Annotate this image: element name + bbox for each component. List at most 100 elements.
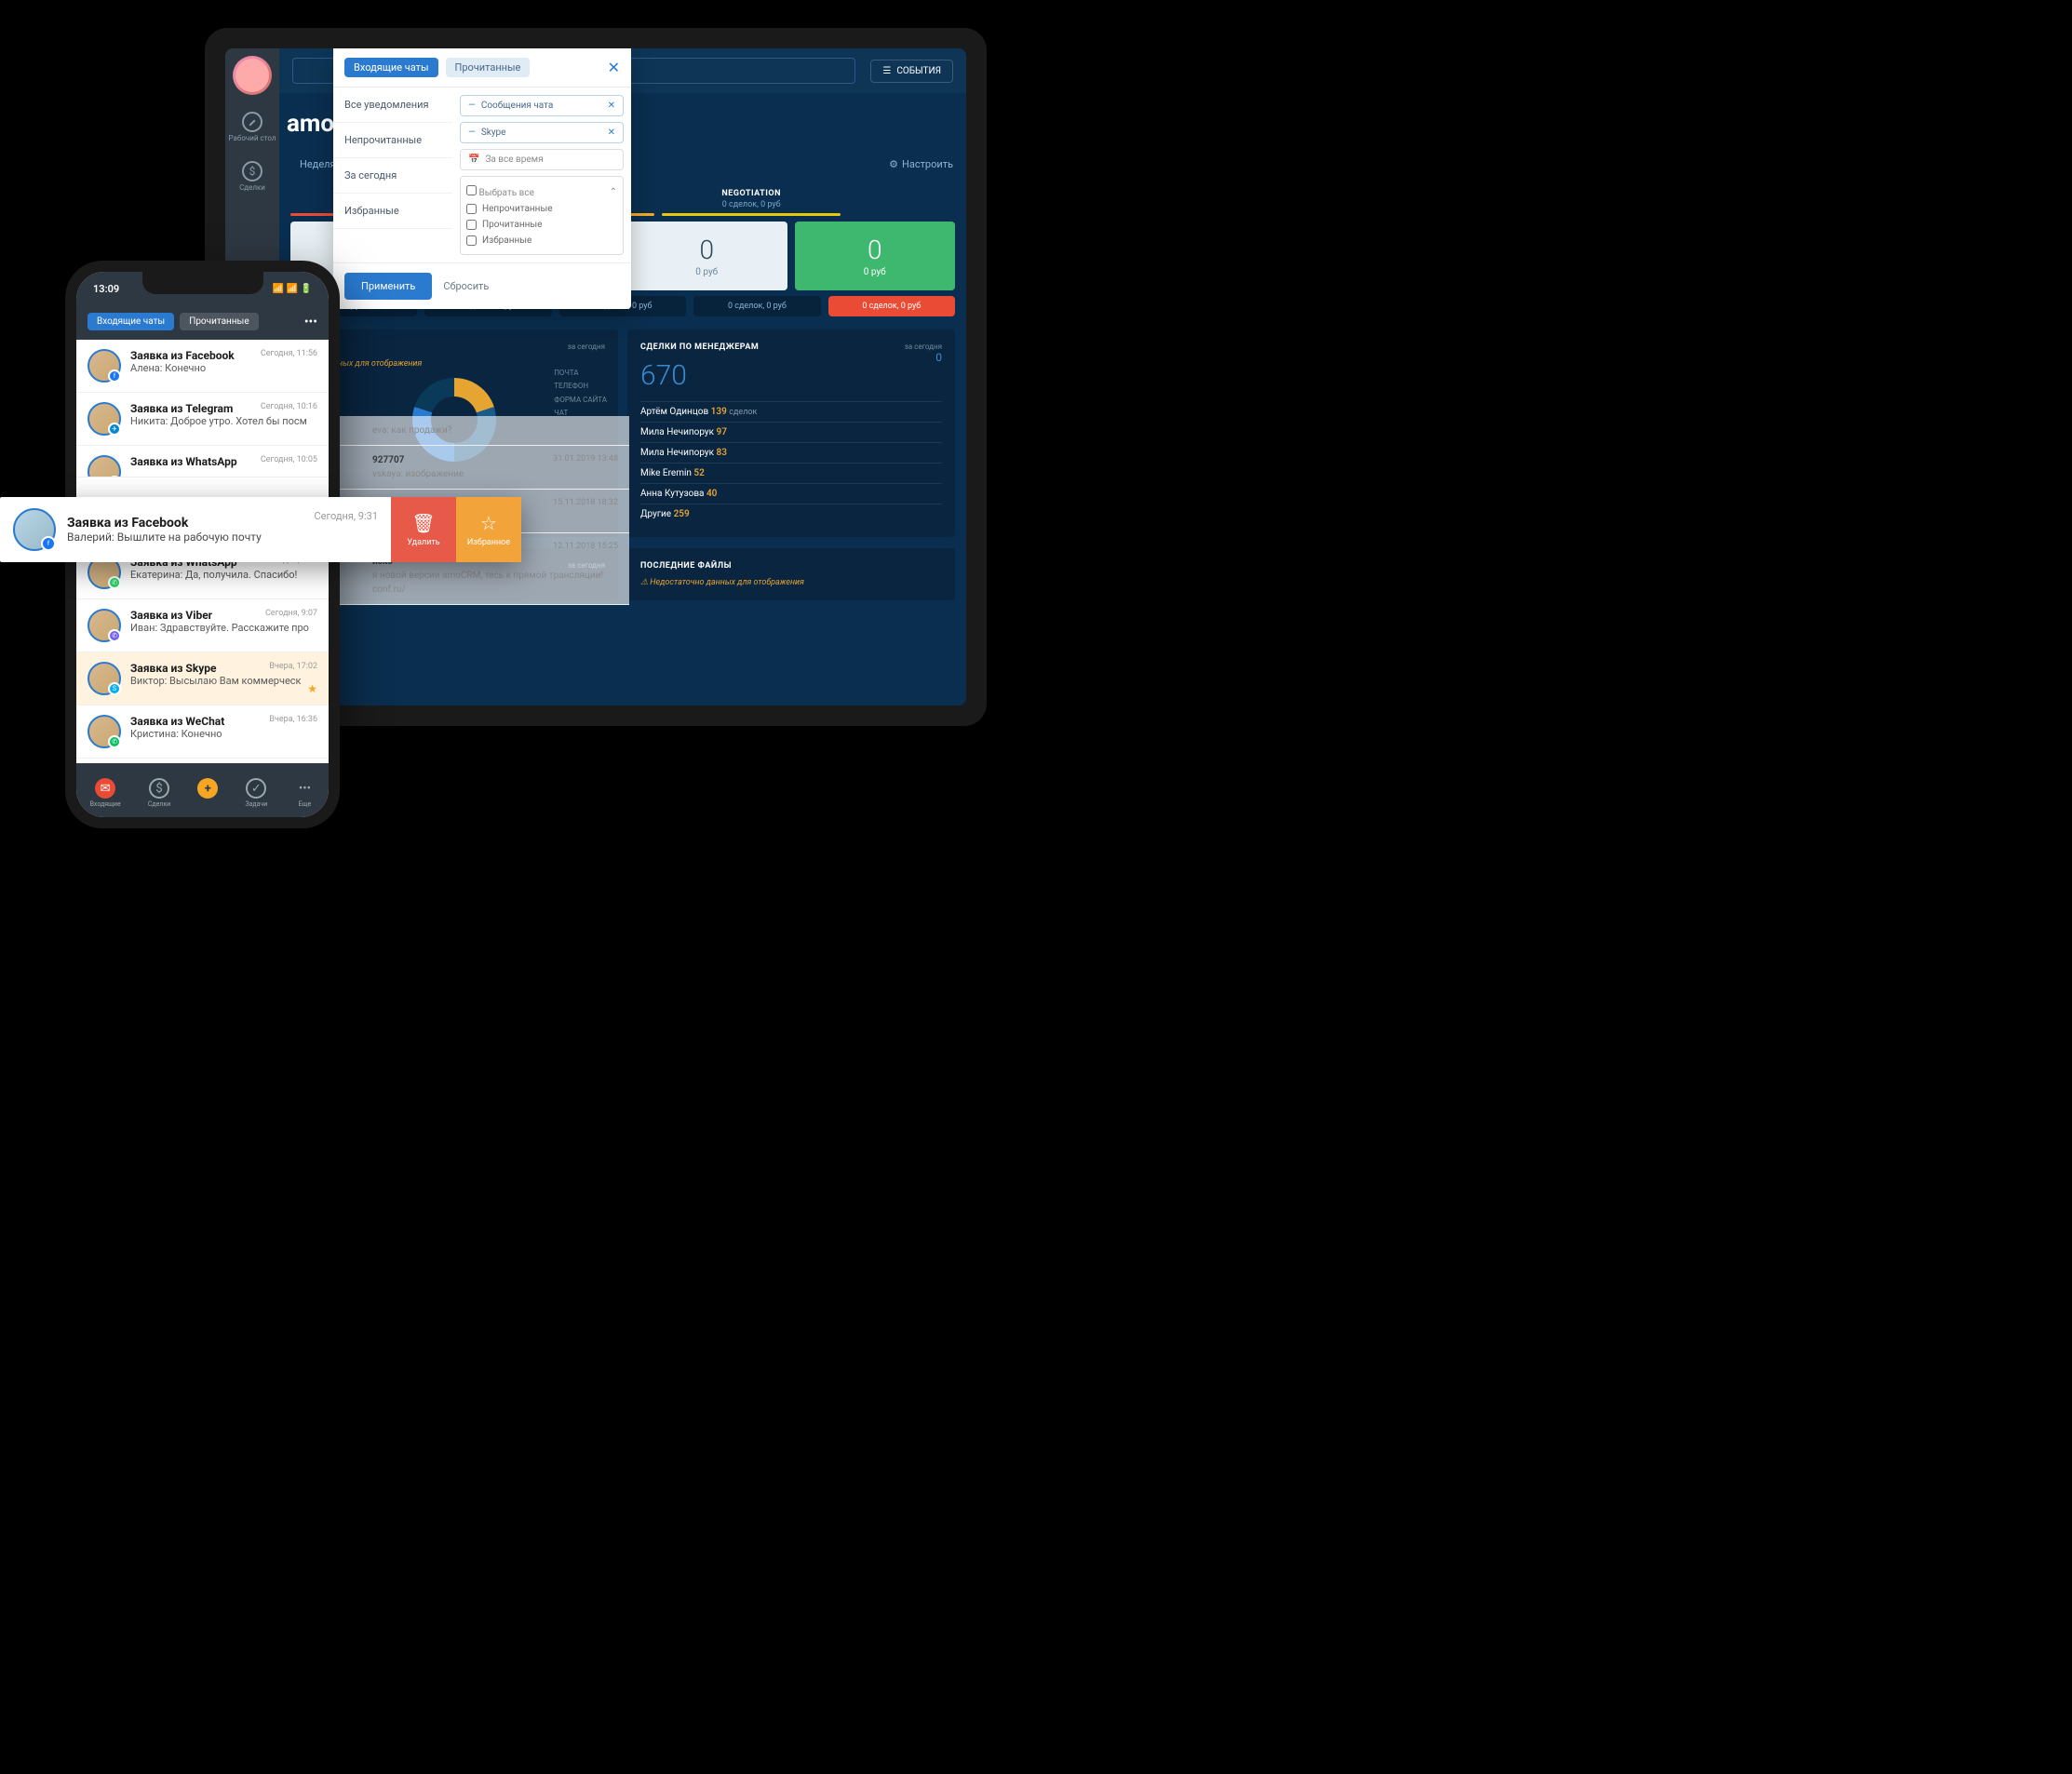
vb-badge-icon: ✆: [108, 629, 121, 642]
chat-row[interactable]: ✆ Заявка из WhatsApp Сегодня, 10:05: [76, 446, 329, 477]
chat-preview: Екатерина: Да, получила. Спасибо!: [130, 569, 317, 581]
chat-title: Заявка из Facebook: [67, 516, 262, 531]
chat-time: Вчера, 16:36: [269, 715, 317, 724]
tab-inbox[interactable]: Входящие чаты: [344, 58, 438, 77]
nav-dashboard[interactable]: Рабочий стол: [225, 102, 279, 152]
sk-badge-icon: S: [108, 682, 121, 695]
chat-time: Сегодня, 9:07: [265, 609, 317, 618]
chat-row[interactable]: ✆ Заявка из Viber Сегодня, 9:07: [76, 759, 329, 763]
filter-item[interactable]: Непрочитанные: [333, 123, 452, 158]
favorite-button[interactable]: ☆Избранное: [456, 497, 521, 562]
tab-bar: ✉Входящие $Сделки + ✓Задачи •••Еще: [76, 763, 329, 817]
tab-add[interactable]: +: [197, 778, 218, 808]
filter-select-source[interactable]: Skype✕: [460, 122, 624, 143]
today-label: за сегодня0: [905, 343, 942, 364]
tab-more[interactable]: •••Еще: [294, 778, 315, 808]
avatar: f: [87, 349, 121, 383]
chat-row[interactable]: eva: как продажи?: [335, 416, 629, 446]
avatar: ✈: [87, 402, 121, 436]
check-select-all[interactable]: Выбрать все: [466, 182, 617, 201]
chat-row[interactable]: S Заявка из SkypeВиктор: Высылаю Вам ком…: [76, 652, 329, 706]
wa-badge-icon: ✆: [108, 476, 121, 477]
manager-row[interactable]: Мила Нечипорук 97: [640, 422, 942, 442]
stage-col-empty: [848, 189, 955, 216]
tab-read[interactable]: Прочитанные: [446, 58, 531, 77]
wc-badge-icon: ✆: [108, 735, 121, 748]
chat-time: Сегодня, 10:05: [261, 455, 317, 464]
chat-preview: Иван: Здравствуйте. Расскажите про: [130, 622, 317, 634]
filter-item[interactable]: За сегодня: [333, 158, 452, 194]
pipe-card-success[interactable]: 00 руб: [795, 222, 956, 290]
chat-row[interactable]: ✈ Заявка из TelegramНикита: Доброе утро.…: [76, 393, 329, 446]
gauge-icon: [242, 112, 262, 132]
avatar: f: [13, 508, 56, 551]
tg-badge-icon: ✈: [108, 423, 121, 436]
phone-header: Входящие чаты Прочитанные •••: [76, 305, 329, 340]
wa-badge-icon: ✆: [108, 576, 121, 589]
manager-row[interactable]: Mike Eremin 52: [640, 463, 942, 483]
tab-read[interactable]: Прочитанные: [180, 313, 258, 330]
status-icons: 📶 📶 🔋: [273, 284, 312, 294]
chat-row[interactable]: ✆ Заявка из WeChatКристина: Конечно Вчер…: [76, 706, 329, 759]
avatar: ✆: [87, 455, 121, 477]
check-unread[interactable]: Непрочитанные: [466, 201, 617, 217]
chat-row[interactable]: 927707vskaya: изображение31.01.2019 13:4…: [335, 446, 629, 490]
settings-link[interactable]: Настроить: [889, 158, 953, 170]
tablet-main: СОБЫТИЯ amoCRM Неделя Месяц Все Мои Наст…: [279, 48, 966, 706]
more-icon[interactable]: •••: [304, 315, 317, 329]
filter-item[interactable]: Все уведомления: [333, 87, 452, 123]
status-time: 13:09: [93, 283, 119, 295]
delete-button[interactable]: 🗑Удалить: [391, 497, 456, 562]
tab-tasks[interactable]: ✓Задачи: [245, 778, 267, 808]
tab-inbox[interactable]: ✉Входящие: [90, 778, 121, 808]
manager-row[interactable]: Мила Нечипорук 83: [640, 442, 942, 463]
more-icon: •••: [294, 778, 315, 799]
chat-preview: Никита: Доброе утро. Хотел бы посм: [130, 415, 317, 427]
chat-time: Вчера, 17:02: [269, 662, 317, 671]
chat-row[interactable]: f Заявка из Facebook Валерий: Вышлите на…: [0, 497, 391, 562]
filter-checks: Выбрать все Непрочитанные Прочитанные Из…: [460, 176, 624, 255]
chat-row[interactable]: f Заявка из FacebookАлена: Конечно Сегод…: [76, 340, 329, 393]
user-avatar[interactable]: [233, 56, 272, 95]
avatar: S: [87, 662, 121, 695]
fb-badge-icon: f: [108, 370, 121, 383]
chat-preview: Кристина: Конечно: [130, 728, 317, 740]
star-icon: ★: [307, 682, 317, 695]
tab-inbox[interactable]: Входящие чаты: [87, 313, 174, 330]
popover-header: Входящие чаты Прочитанные ✕: [333, 48, 631, 87]
popover-filters: Сообщения чата✕ Skype✕ 📅За все время Выб…: [452, 87, 631, 262]
plus-icon: +: [197, 778, 218, 799]
swiped-chat-row: f Заявка из Facebook Валерий: Вышлите на…: [0, 497, 521, 562]
chat-preview: Валерий: Вышлите на рабочую почту: [67, 531, 262, 544]
apply-button[interactable]: Применить: [344, 273, 432, 300]
close-icon[interactable]: ✕: [608, 59, 620, 76]
phone-notch: [142, 272, 263, 294]
check-read[interactable]: Прочитанные: [466, 217, 617, 233]
chat-row[interactable]: ✆ Заявка из ViberИван: Здравствуйте. Рас…: [76, 599, 329, 652]
trash-icon: 🗑: [411, 512, 435, 534]
donut-legend: ПОЧТА ТЕЛЕФОН ФОРМА САЙТА ЧАТ: [554, 367, 607, 421]
pipe-card[interactable]: 00 руб: [626, 222, 787, 290]
chat-time: Сегодня, 10:16: [261, 402, 317, 411]
manager-row[interactable]: Другие 259: [640, 504, 942, 524]
filter-item[interactable]: Избранные: [333, 194, 452, 229]
avatar: ✆: [87, 609, 121, 642]
manager-row[interactable]: Артём Одинцов 139 сделок: [640, 401, 942, 422]
nav-deals[interactable]: Сделки: [225, 152, 279, 201]
sub-chip-lost: 0 сделок, 0 руб: [828, 296, 955, 316]
clear-icon[interactable]: ✕: [608, 128, 615, 138]
check-fav[interactable]: Избранные: [466, 233, 617, 249]
tab-deals[interactable]: $Сделки: [148, 778, 170, 808]
star-icon: ☆: [480, 512, 497, 534]
filter-select-type[interactable]: Сообщения чата✕: [460, 95, 624, 116]
widget-managers: СДЕЛКИ ПО МЕНЕДЖЕРАМ за сегодня0 670 Арт…: [627, 329, 955, 537]
popover-footer: Применить Сбросить: [333, 262, 631, 309]
events-button[interactable]: СОБЫТИЯ: [870, 60, 953, 83]
avatar: ✆: [87, 715, 121, 748]
clear-icon[interactable]: ✕: [608, 101, 615, 111]
calendar-icon: 📅: [468, 155, 479, 165]
reset-button[interactable]: Сбросить: [443, 273, 489, 300]
manager-row[interactable]: Анна Кутузова 40: [640, 483, 942, 504]
dollar-icon: $: [149, 778, 169, 799]
filter-date[interactable]: 📅За все время: [460, 149, 624, 170]
